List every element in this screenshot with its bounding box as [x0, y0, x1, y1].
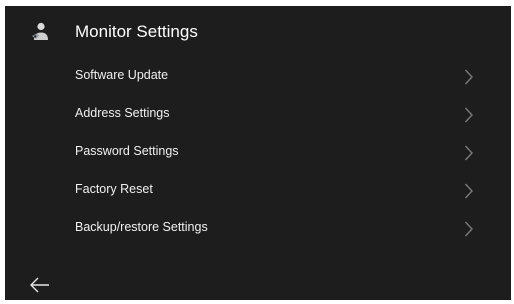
screen: Monitor Settings Software Update Address… — [0, 0, 514, 304]
chevron-right-icon — [464, 69, 473, 85]
menu-item-label: Factory Reset — [75, 182, 153, 196]
menu-item-label: Backup/restore Settings — [75, 220, 208, 234]
page-title: Monitor Settings — [75, 22, 198, 41]
menu-item-backup-restore-settings[interactable]: Backup/restore Settings — [5, 210, 511, 248]
chevron-right-icon — [464, 221, 473, 237]
menu-item-label: Password Settings — [75, 144, 179, 158]
menu-item-factory-reset[interactable]: Factory Reset — [5, 172, 511, 210]
chevron-right-icon — [464, 183, 473, 199]
menu-item-label: Address Settings — [75, 106, 170, 120]
menu-item-software-update[interactable]: Software Update — [5, 58, 511, 96]
header: Monitor Settings — [5, 6, 511, 58]
menu-item-address-settings[interactable]: Address Settings — [5, 96, 511, 134]
monitor-settings-panel: Monitor Settings Software Update Address… — [5, 6, 511, 300]
chevron-right-icon — [464, 145, 473, 161]
menu-item-password-settings[interactable]: Password Settings — [5, 134, 511, 172]
chevron-right-icon — [464, 107, 473, 123]
menu-item-label: Software Update — [75, 68, 169, 82]
settings-person-icon — [32, 22, 48, 40]
settings-menu: Software Update Address Settings Passwor… — [5, 58, 511, 248]
back-arrow-icon[interactable] — [29, 276, 51, 294]
